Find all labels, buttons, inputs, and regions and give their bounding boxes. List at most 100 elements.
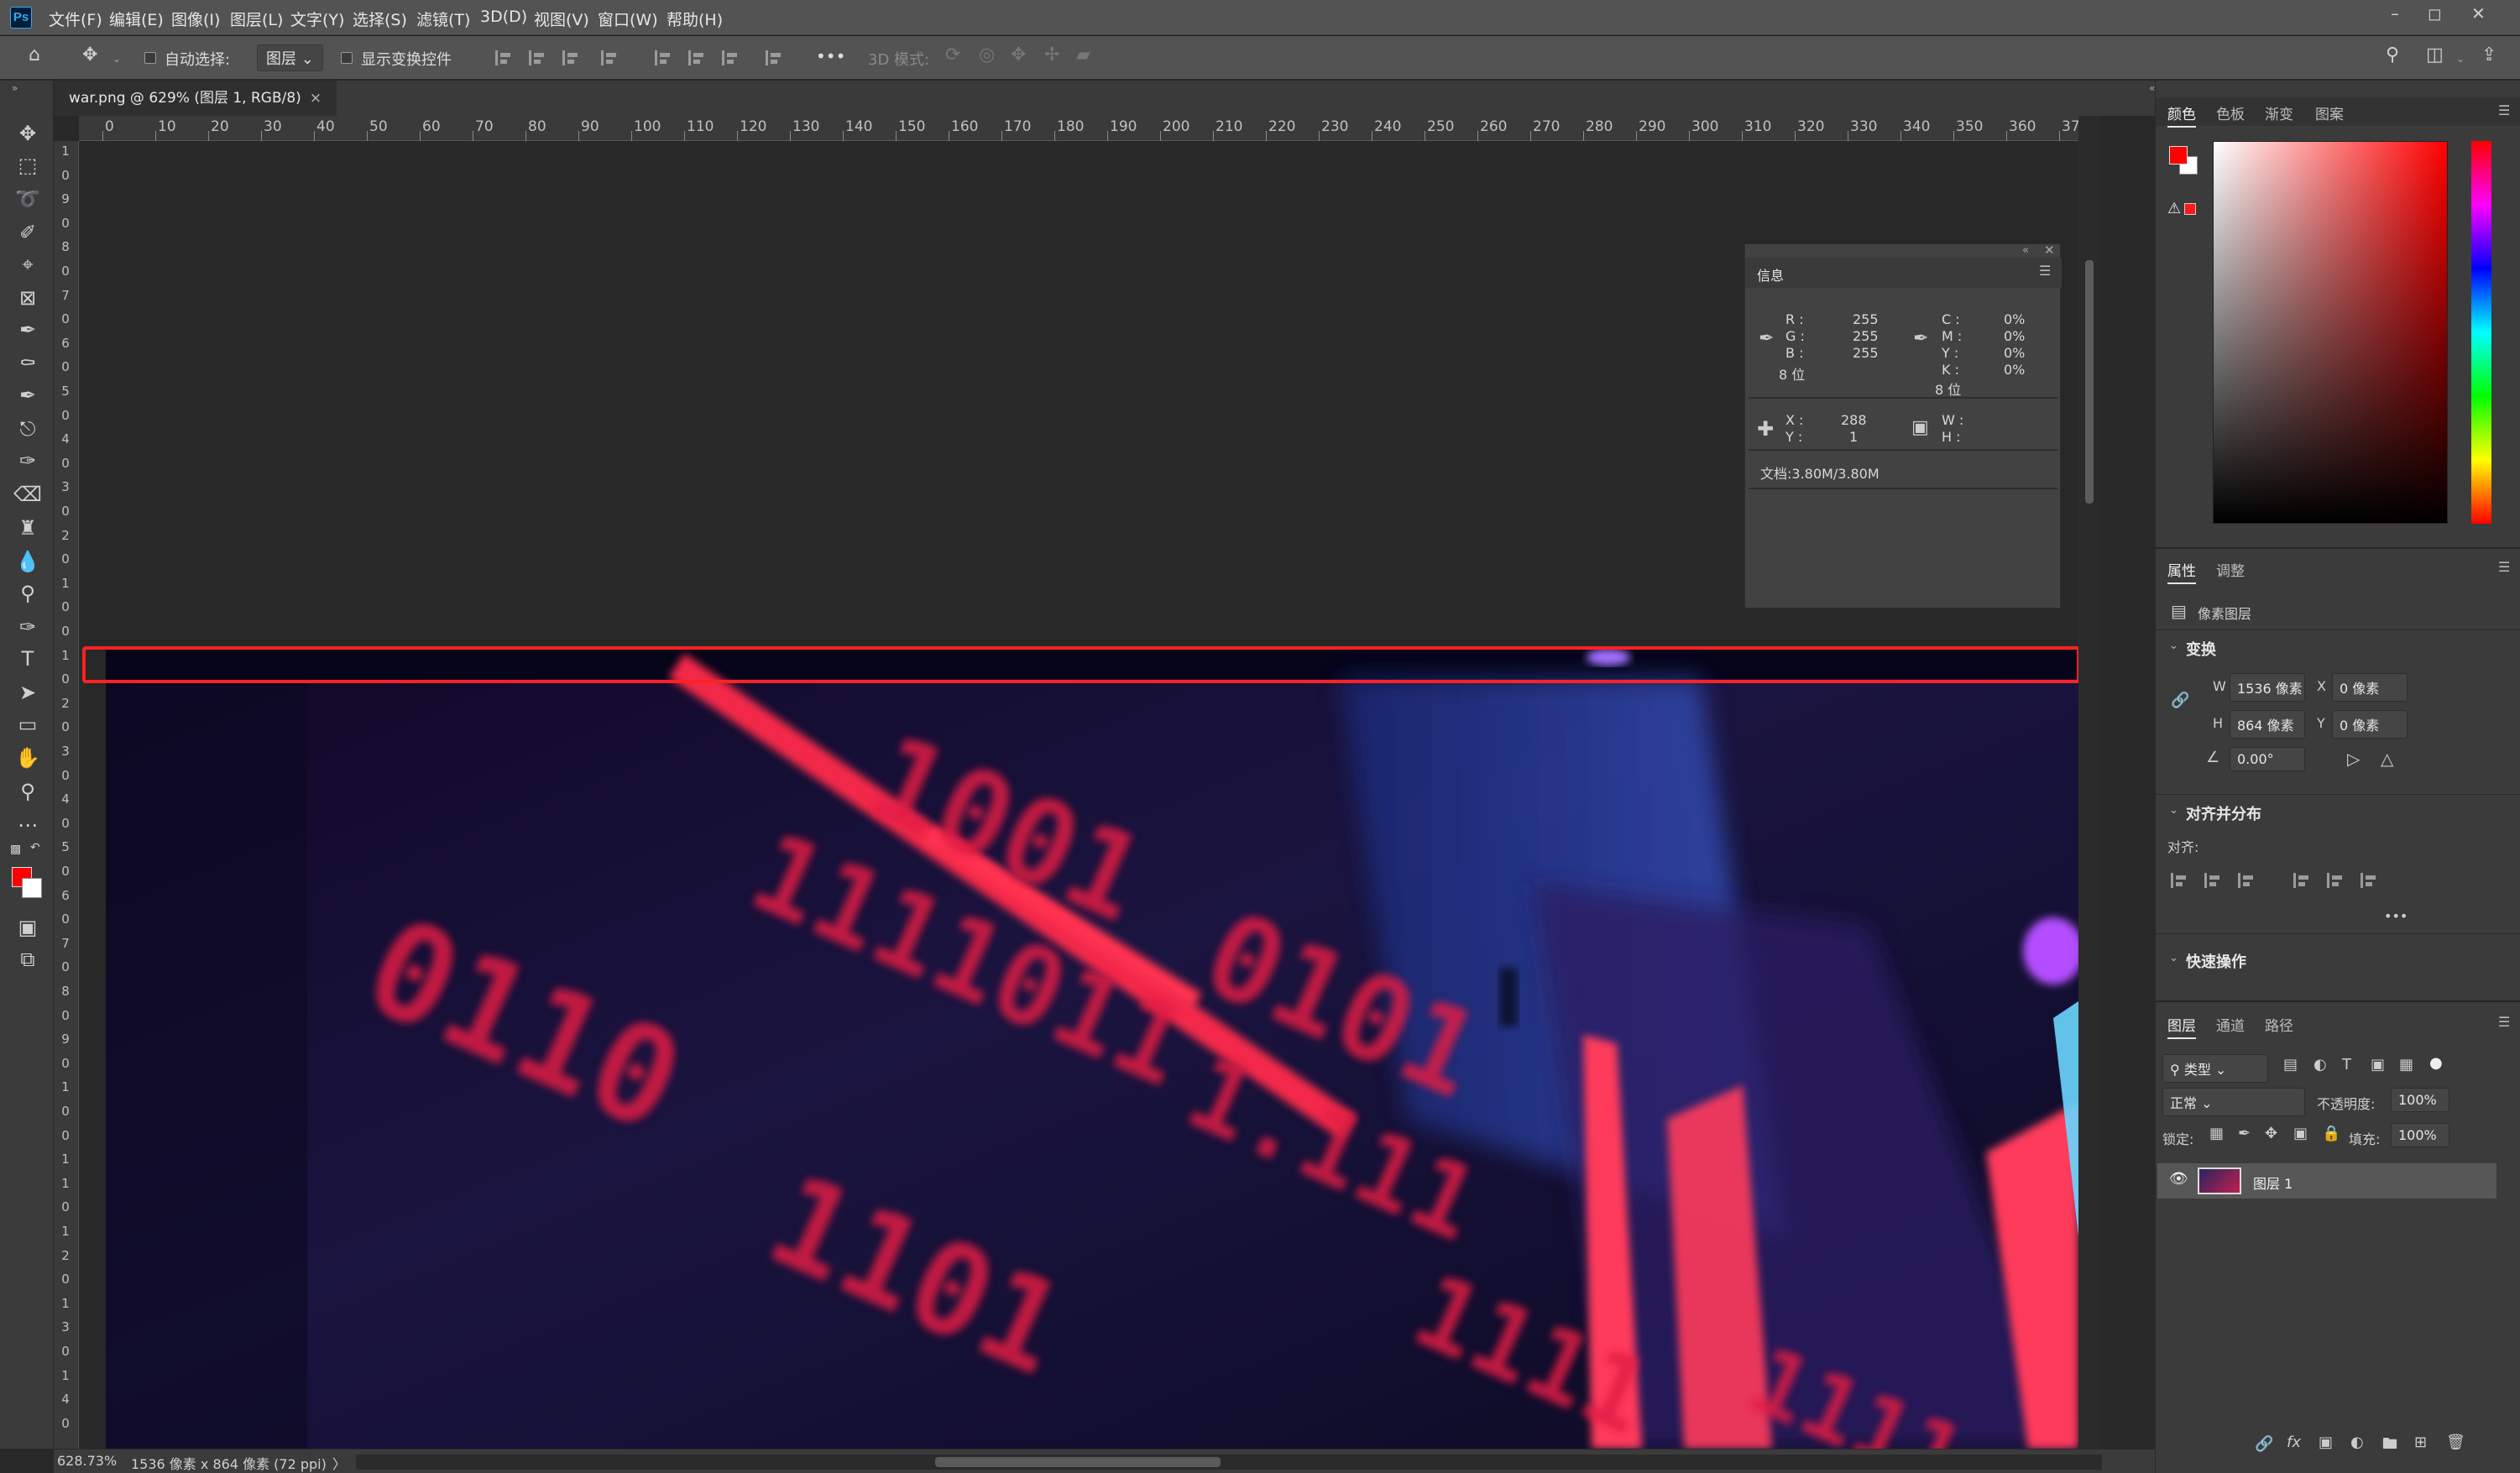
quick-select-icon[interactable]: ✐ (13, 218, 42, 247)
clone-stamp-icon[interactable]: ⎋ (13, 415, 42, 443)
layer-filter-dropdown[interactable]: ⚲ 类型 ⌄ (2162, 1054, 2268, 1083)
lasso-icon[interactable]: ➰ (13, 185, 42, 213)
path-select-icon[interactable]: ➤ (13, 678, 42, 707)
tab-adjustments[interactable]: 调整 (2216, 559, 2245, 580)
align-middle-icon[interactable] (688, 50, 705, 65)
vertical-scroll-thumb[interactable] (2085, 260, 2094, 504)
align-title[interactable]: 对齐并分布 (2186, 802, 2261, 824)
flip-vertical-icon[interactable]: △ (2381, 749, 2393, 769)
eyedropper-icon[interactable]: ✒ (13, 316, 42, 344)
blend-mode-dropdown[interactable]: 正常 ⌄ (2162, 1088, 2305, 1116)
pen-icon[interactable]: ✑ (13, 613, 42, 641)
tab-layers[interactable]: 图层 (2167, 1014, 2196, 1039)
color-fg-swatch[interactable] (2169, 146, 2188, 165)
horizontal-scrollbar[interactable] (356, 1455, 2102, 1470)
new-group-icon[interactable]: 🖿 (2382, 1434, 2397, 1459)
link-layers-icon[interactable]: 🔗 (2255, 1435, 2273, 1453)
menu-select[interactable]: 选择(S) (353, 8, 407, 30)
3d-camera-icon[interactable]: ▰ (1076, 44, 1090, 65)
type-icon[interactable]: T (13, 645, 42, 673)
3d-pan-icon[interactable]: ✥ (1011, 44, 1026, 65)
healing-brush-icon[interactable]: ⚰ (13, 349, 42, 378)
swap-colors-icon[interactable]: ↶ (30, 841, 40, 854)
frame-icon[interactable]: ⊠ (13, 284, 42, 312)
search-icon[interactable]: ⚲ (2386, 44, 2399, 65)
link-icon[interactable]: 🔗 (2171, 692, 2189, 709)
width-field[interactable]: 1536 像素 (2230, 673, 2305, 702)
collapse-arrows-icon[interactable]: » (12, 82, 18, 94)
layer-row[interactable]: 👁 图层 1 (2157, 1163, 2496, 1199)
menu-layer[interactable]: 图层(L) (230, 8, 283, 30)
move-icon[interactable]: ✥ (13, 119, 42, 148)
tab-paths[interactable]: 路径 (2265, 1014, 2293, 1035)
transform-chevron-icon[interactable]: ⌄ (2169, 640, 2178, 652)
dodge-icon[interactable]: ⚲ (13, 579, 42, 608)
blur-icon[interactable]: 💧 (13, 547, 42, 576)
auto-select-checkbox[interactable] (144, 52, 156, 64)
collapse-panel-icon[interactable]: « (2022, 244, 2029, 257)
default-colors-icon[interactable]: ▩ (10, 843, 21, 856)
menu-image[interactable]: 图像(I) (171, 8, 220, 30)
lock-all-icon[interactable]: 🔒 (2322, 1125, 2340, 1142)
gamut-swatch[interactable] (2184, 203, 2196, 215)
chevron-down-icon[interactable]: ⌄ (112, 53, 121, 65)
status-arrow-icon[interactable]: 〉 (332, 1453, 346, 1473)
prop-align-bottom-icon[interactable] (2361, 873, 2377, 888)
move-tool-icon[interactable]: ✥ (82, 44, 97, 65)
menu-help[interactable]: 帮助(H) (667, 8, 723, 30)
tab-properties[interactable]: 属性 (2167, 559, 2196, 584)
document-tab[interactable]: war.png @ 629% (图层 1, RGB/8) × (54, 81, 337, 116)
photoshop-logo[interactable]: Ps (10, 7, 32, 29)
transform-title[interactable]: 变换 (2186, 638, 2216, 660)
background-color-swatch[interactable] (22, 878, 42, 898)
workspace-chevron-icon[interactable]: ⌄ (2456, 53, 2465, 65)
color-picker-field[interactable] (2213, 141, 2448, 524)
menu-file[interactable]: 文件(F) (49, 8, 102, 30)
align-chevron-icon[interactable]: ⌄ (2169, 804, 2178, 817)
x-field[interactable]: 0 像素 (2332, 673, 2408, 702)
tab-swatches[interactable]: 色板 (2216, 102, 2245, 123)
prop-align-middle-icon[interactable] (2327, 873, 2344, 888)
edit-toolbar-icon[interactable]: ⋯ (13, 811, 42, 839)
menu-view[interactable]: 视图(V) (534, 8, 589, 30)
share-icon[interactable]: ⇪ (2481, 44, 2496, 65)
delete-layer-icon[interactable]: 🗑 (2446, 1434, 2465, 1451)
fill-field[interactable]: 100% (2391, 1123, 2449, 1147)
distribute-h-icon[interactable] (601, 50, 618, 65)
properties-menu-icon[interactable]: ☰ (2498, 559, 2510, 575)
filter-adjustment-icon[interactable]: ◐ (2313, 1056, 2327, 1073)
marquee-icon[interactable]: ⬚ (13, 151, 42, 180)
zoom-level[interactable]: 628.73% (57, 1453, 117, 1469)
eyedropper-rgb-icon[interactable]: ✒ (1759, 328, 1774, 349)
layer-name[interactable]: 图层 1 (2253, 1173, 2293, 1193)
add-mask-icon[interactable]: ▣ (2319, 1434, 2333, 1451)
angle-field[interactable]: 0.00° (2230, 747, 2305, 771)
auto-select-dropdown[interactable]: 图层 ⌄ (257, 44, 323, 71)
prop-align-left-icon[interactable] (2171, 873, 2188, 888)
menu-type[interactable]: 文字(Y) (290, 8, 344, 30)
3d-slide-icon[interactable]: ✢ (1044, 44, 1059, 65)
y-field[interactable]: 0 像素 (2332, 710, 2408, 739)
quick-actions-chevron-icon[interactable]: ⌄ (2169, 952, 2178, 964)
maximize-icon[interactable]: ◻ (2428, 3, 2442, 24)
menu-3d[interactable]: 3D(D) (480, 8, 527, 26)
filter-shape-icon[interactable]: ▣ (2371, 1056, 2385, 1073)
vertical-scrollbar[interactable] (2078, 116, 2100, 1449)
gamut-warning-icon[interactable]: ⚠ (2167, 200, 2181, 217)
crop-icon[interactable]: ⌖ (13, 250, 42, 279)
lock-pixels-icon[interactable]: ✒ (2238, 1125, 2251, 1142)
close-panel-icon[interactable]: ✕ (2044, 243, 2055, 258)
tab-channels[interactable]: 通道 (2216, 1014, 2245, 1035)
filter-toggle-icon[interactable]: ● (2429, 1054, 2443, 1072)
3d-roll-icon[interactable]: ◎ (979, 44, 995, 65)
info-panel-title[interactable]: 信息 (1757, 264, 1784, 285)
screen-mode-icon[interactable]: ⧉ (13, 945, 42, 974)
align-center-h-icon[interactable] (529, 50, 546, 65)
lock-position-icon[interactable]: ✥ (2265, 1125, 2277, 1142)
prop-align-center-icon[interactable] (2204, 873, 2221, 888)
new-layer-icon[interactable]: ⊞ (2414, 1434, 2427, 1451)
rectangle-icon[interactable]: ▭ (13, 710, 42, 739)
panel-menu-icon[interactable]: ☰ (2039, 263, 2051, 279)
quick-actions-title[interactable]: 快速操作 (2186, 950, 2246, 972)
align-more-icon[interactable]: ••• (2384, 908, 2408, 924)
